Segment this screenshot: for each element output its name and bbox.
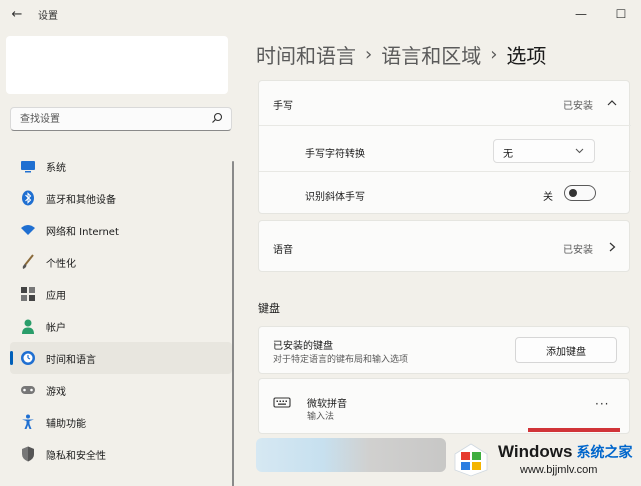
sidebar-item-accounts[interactable]: 帐户 xyxy=(10,310,232,342)
blurred-region xyxy=(256,438,446,472)
sidebar-item-label: 蓝牙和其他设备 xyxy=(46,194,116,206)
sidebar-item-system[interactable]: 系统 xyxy=(10,150,232,182)
watermark-brand: Windows 系统之家 xyxy=(498,442,632,462)
sidebar-item-network[interactable]: 网络和 Internet xyxy=(10,214,232,246)
brush-icon xyxy=(20,254,36,270)
sidebar-item-accessibility[interactable]: 辅助功能 xyxy=(10,406,232,438)
accessibility-icon xyxy=(20,414,36,430)
breadcrumb-item-language-region[interactable]: 语言和区域 xyxy=(381,40,481,69)
windows-logo-icon xyxy=(454,443,488,477)
keyboard-ime-type: 输入法 xyxy=(307,412,335,422)
search-input[interactable] xyxy=(11,108,201,130)
installed-keyboards-title: 已安装的键盘 xyxy=(273,341,333,352)
clock-globe-icon xyxy=(20,350,36,366)
breadcrumb-item-time-language[interactable]: 时间和语言 xyxy=(256,40,356,69)
handwriting-italic-label: 识别斜体手写 xyxy=(305,192,365,203)
bluetooth-icon xyxy=(20,190,36,206)
toggle-knob xyxy=(569,189,577,197)
minimize-icon: — xyxy=(575,7,587,21)
watermark-brand-en: Windows xyxy=(498,442,573,461)
watermark-url: www.bjjmlv.com xyxy=(520,464,598,476)
speech-card[interactable]: 语音 已安装 xyxy=(258,220,630,272)
sidebar-item-label: 辅助功能 xyxy=(46,418,86,430)
sidebar-item-gaming[interactable]: 游戏 xyxy=(10,374,232,406)
sidebar-item-label: 应用 xyxy=(46,290,66,302)
account-icon xyxy=(20,318,36,334)
dropdown-value: 无 xyxy=(503,149,513,160)
apps-icon xyxy=(20,286,36,302)
sidebar-item-label: 网络和 Internet xyxy=(46,226,119,238)
watermark: Windows 系统之家 www.bjjmlv.com xyxy=(452,438,638,482)
add-keyboard-button[interactable]: 添加键盘 xyxy=(515,337,617,363)
sidebar-item-label: 系统 xyxy=(46,162,66,174)
sidebar-item-time-language[interactable]: 时间和语言 xyxy=(10,342,232,374)
title-bar: ← 设置 — ☐ xyxy=(0,0,641,28)
shield-icon xyxy=(20,446,36,462)
search-box xyxy=(10,107,232,131)
minimize-button[interactable]: — xyxy=(561,0,601,28)
sidebar-item-bluetooth[interactable]: 蓝牙和其他设备 xyxy=(10,182,232,214)
sidebar-item-label: 游戏 xyxy=(46,386,66,398)
installed-keyboards-card: 已安装的键盘 对于特定语言的键布局和输入选项 添加键盘 xyxy=(258,326,630,374)
handwriting-status: 已安装 xyxy=(563,101,593,112)
sidebar-item-label: 个性化 xyxy=(46,258,76,270)
sidebar-item-label: 帐户 xyxy=(46,322,66,334)
keyboard-item-card[interactable]: 微软拼音 输入法 ··· xyxy=(258,378,630,434)
speech-status: 已安装 xyxy=(563,245,593,256)
sidebar-nav: 系统 蓝牙和其他设备 网络和 Internet 个性化 应用 帐户 时间和语言 … xyxy=(10,150,232,470)
installed-keyboards-desc: 对于特定语言的键布局和输入选项 xyxy=(273,355,409,365)
divider xyxy=(259,125,631,126)
handwriting-title: 手写 xyxy=(273,101,293,112)
breadcrumb: 时间和语言 › 语言和区域 › 选项 xyxy=(256,40,546,69)
sidebar-item-personalization[interactable]: 个性化 xyxy=(10,246,232,278)
back-arrow-icon: ← xyxy=(11,6,23,22)
keyboard-section-title: 键盘 xyxy=(258,302,280,315)
more-options-icon[interactable]: ··· xyxy=(595,397,609,411)
handwriting-italic-toggle[interactable] xyxy=(564,185,596,201)
active-indicator xyxy=(10,351,13,365)
handwriting-header[interactable]: 手写 已安装 xyxy=(259,81,631,125)
maximize-button[interactable]: ☐ xyxy=(601,0,641,28)
page-title: 选项 xyxy=(506,44,547,68)
wifi-icon xyxy=(20,222,36,238)
window-controls: — ☐ xyxy=(561,0,641,28)
main-content: 手写 已安装 手写字符转换 无 识别斜体手写 关 语音 已安装 键盘 已安装的键… xyxy=(258,80,631,486)
speech-title: 语音 xyxy=(273,245,293,256)
maximize-icon: ☐ xyxy=(615,7,627,21)
chevron-down-icon xyxy=(575,148,584,154)
sidebar-item-label: 隐私和安全性 xyxy=(46,450,106,462)
sidebar-item-privacy[interactable]: 隐私和安全性 xyxy=(10,438,232,470)
handwriting-italic-state: 关 xyxy=(543,192,553,203)
chevron-up-icon[interactable] xyxy=(607,99,617,106)
breadcrumb-separator-icon: › xyxy=(490,44,498,65)
app-title: 设置 xyxy=(38,11,58,22)
sidebar: 系统 蓝牙和其他设备 网络和 Internet 个性化 应用 xyxy=(0,28,245,486)
watermark-brand-cn: 系统之家 xyxy=(576,445,633,461)
breadcrumb-separator-icon: › xyxy=(365,44,373,65)
handwriting-convert-dropdown[interactable]: 无 xyxy=(493,139,595,163)
sidebar-item-apps[interactable]: 应用 xyxy=(10,278,232,310)
keyboard-ime-name: 微软拼音 xyxy=(307,399,347,410)
sidebar-item-label: 时间和语言 xyxy=(46,354,96,366)
back-button[interactable]: ← xyxy=(8,5,26,23)
handwriting-card: 手写 已安装 手写字符转换 无 识别斜体手写 关 xyxy=(258,80,631,214)
highlight-marker xyxy=(528,428,620,432)
keyboard-icon xyxy=(273,397,291,408)
search-icon[interactable] xyxy=(211,112,223,124)
gamepad-icon xyxy=(20,382,36,398)
divider xyxy=(259,171,631,172)
system-icon xyxy=(20,158,36,174)
chevron-right-icon xyxy=(609,242,616,252)
handwriting-convert-label: 手写字符转换 xyxy=(305,149,365,160)
sidebar-scrollbar[interactable] xyxy=(232,161,234,486)
profile-card[interactable] xyxy=(6,36,228,94)
